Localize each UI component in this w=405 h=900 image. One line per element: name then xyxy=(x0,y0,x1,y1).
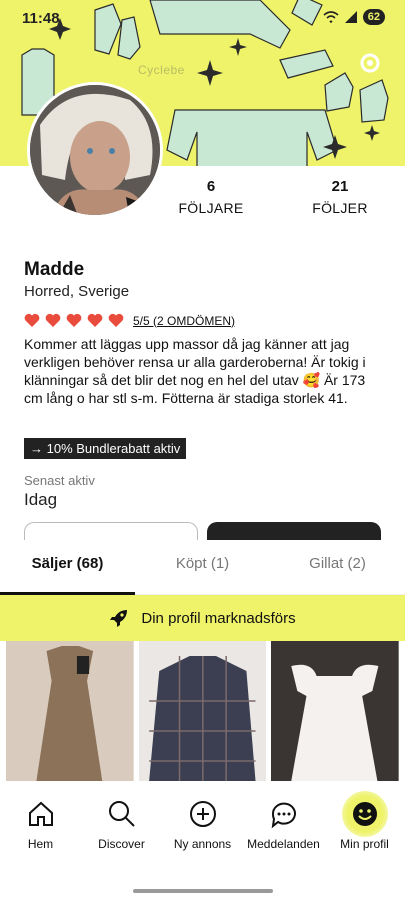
status-icons: 62 xyxy=(323,9,385,25)
items-grid xyxy=(0,641,405,781)
brown-dress-photo xyxy=(6,641,134,781)
banner-caption: Cyclebe xyxy=(138,63,185,77)
nav-new-listing[interactable]: Ny annons xyxy=(162,781,243,865)
nav-home[interactable]: Hem xyxy=(0,781,81,865)
nav-my-profile[interactable]: Min profil xyxy=(324,781,405,865)
tab-bought[interactable]: Köpt (1) xyxy=(135,540,270,594)
nav-discover-label: Discover xyxy=(98,837,145,851)
status-time: 11:48 xyxy=(22,10,60,27)
wifi-icon xyxy=(323,11,339,23)
nav-new-listing-label: Ny annons xyxy=(173,837,232,851)
signal-icon xyxy=(344,11,357,23)
search-icon xyxy=(108,801,135,827)
nav-home-label: Hem xyxy=(27,837,54,851)
bundle-discount-badge: → 10% Bundlerabatt aktiv xyxy=(24,438,187,459)
followers-count: 6 xyxy=(206,178,216,195)
item-card[interactable] xyxy=(271,641,400,781)
last-active-value: Idag xyxy=(24,490,58,509)
last-active-label: Senast aktiv xyxy=(24,473,95,488)
profile-location: Horred, Sverige xyxy=(24,283,130,300)
bottom-navigation: Hem Discover Ny annons Meddelanden Min p… xyxy=(0,781,405,865)
avatar[interactable] xyxy=(27,82,163,218)
plus-circle-icon xyxy=(189,801,216,827)
rocket-icon xyxy=(110,610,128,627)
home-icon xyxy=(28,801,53,826)
heart-icon xyxy=(87,313,103,327)
following-stat[interactable]: 21 FÖLJER xyxy=(290,178,390,216)
system-navigation-area xyxy=(0,865,405,900)
profile-name: Madde xyxy=(24,259,85,280)
avatar-photo xyxy=(30,85,160,215)
white-dress-photo xyxy=(271,641,400,781)
item-card[interactable] xyxy=(138,641,267,781)
profile-bio: Kommer att läggas upp massor då jag känn… xyxy=(24,336,366,406)
heart-icon xyxy=(108,313,124,327)
heart-icon xyxy=(45,313,61,327)
followers-stat[interactable]: 6 FÖLJARE xyxy=(161,178,261,216)
home-indicator[interactable] xyxy=(133,889,273,893)
heart-icon xyxy=(66,313,82,327)
item-card[interactable] xyxy=(6,641,134,781)
rating-link[interactable]: 5/5 (2 OMDÖMEN) xyxy=(133,314,235,328)
chat-icon xyxy=(271,802,296,829)
settings-icon[interactable] xyxy=(357,50,383,76)
nav-my-profile-label: Min profil xyxy=(340,837,389,851)
profile-tabs: Säljer (68) Köpt (1) Gillat (2) xyxy=(0,540,405,595)
heart-icon xyxy=(24,313,40,327)
following-label: FÖLJER xyxy=(312,200,368,216)
status-bar: 11:48 62 xyxy=(0,0,405,36)
following-count: 21 xyxy=(331,178,349,195)
nav-messages-label: Meddelanden xyxy=(247,837,320,851)
nav-messages[interactable]: Meddelanden xyxy=(243,781,324,865)
promotion-label: Din profil marknadsförs xyxy=(141,609,296,627)
rating-row[interactable]: 5/5 (2 OMDÖMEN) xyxy=(24,313,235,328)
checked-shirt-photo xyxy=(138,641,267,781)
followers-label: FÖLJARE xyxy=(178,200,244,216)
tab-liked[interactable]: Gillat (2) xyxy=(270,540,405,594)
tab-selling[interactable]: Säljer (68) xyxy=(0,540,135,595)
nav-discover[interactable]: Discover xyxy=(81,781,162,865)
promotion-banner[interactable]: Din profil marknadsförs xyxy=(0,595,405,641)
battery-indicator: 62 xyxy=(362,9,385,25)
smiley-icon xyxy=(352,802,377,826)
